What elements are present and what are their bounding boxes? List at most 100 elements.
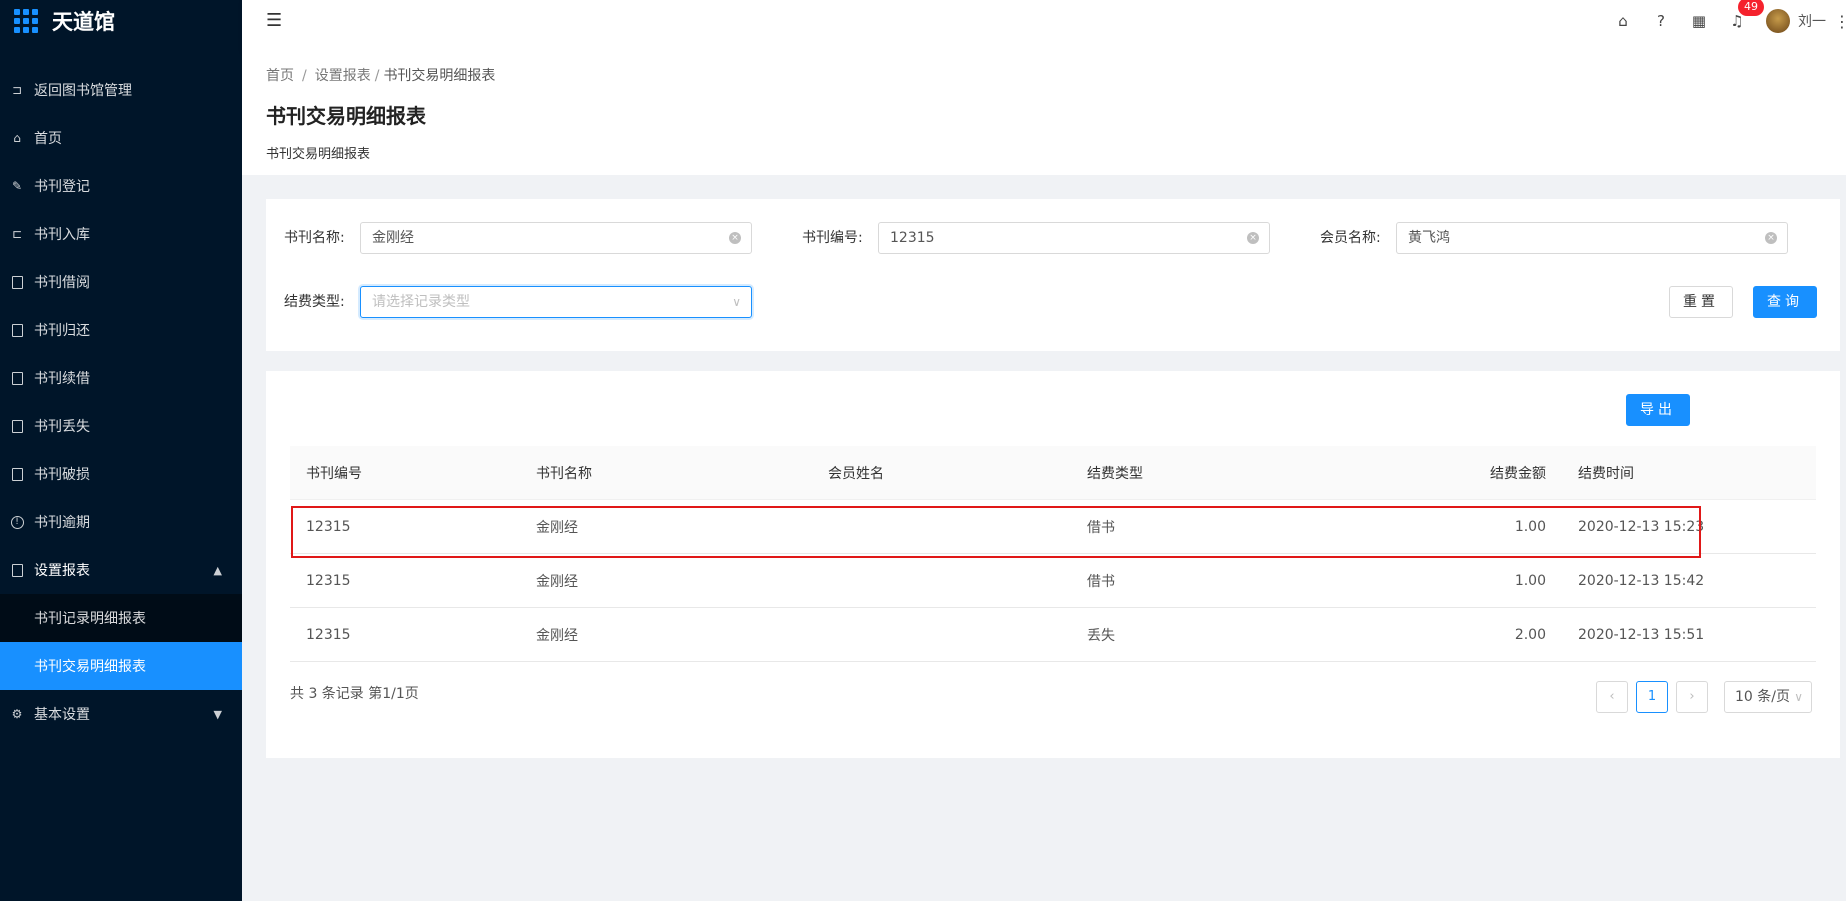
column-header-book-code[interactable]: 书刊编号 [290,463,520,483]
cell-fee-type: 借书 [1087,573,1115,590]
cell-fee-amount: 2.00 [1514,626,1546,643]
sidebar-item-label: 书刊归还 [34,323,90,339]
sidebar-item-label: 书刊借阅 [34,275,90,291]
sidebar-item-label: 设置报表 [34,563,90,579]
book-name-value: 金刚经 [372,230,414,246]
sidebar-subitem-transaction-report[interactable]: 书刊交易明细报表 [0,642,242,690]
transactions-table: 书刊编号 书刊名称 会员姓名 结费类型 结费金额 结费时间 12315 金刚经 … [290,446,1816,662]
search-button[interactable]: 查询 [1753,286,1817,318]
sidebar-subitem-record-report[interactable]: 书刊记录明细报表 [0,594,242,642]
breadcrumb-reports[interactable]: 设置报表 [315,68,371,84]
sidebar-item-stock-in[interactable]: ⊏ 书刊入库 [0,210,242,258]
chevron-down-icon: ▼ [213,707,222,721]
book-name-input[interactable]: 金刚经 × [360,222,752,254]
cell-fee-type: 丢失 [1087,627,1115,644]
book-code-value: 12315 [890,230,935,246]
clear-icon[interactable]: × [1765,232,1777,244]
clear-icon[interactable]: × [729,232,741,244]
page-title: 书刊交易明细报表 [266,104,426,128]
cell-book-code: 12315 [306,518,351,535]
breadcrumb: 首页 / 设置报表 / 书刊交易明细报表 [266,65,1822,85]
filter-panel: 书刊名称: 金刚经 × 书刊编号: 12315 × 会员名称: 黄飞鸿 × 结费… [266,199,1840,351]
book-icon [10,323,24,337]
book-icon [10,275,24,289]
book-icon [10,419,24,433]
home-icon[interactable]: ⌂ [1604,12,1642,30]
page-size-select[interactable]: 10 条/页 ∨ [1724,681,1812,713]
sidebar-item-damaged[interactable]: 书刊破损 [0,450,242,498]
breadcrumb-home[interactable]: 首页 [266,68,294,84]
sidebar-item-overdue[interactable]: ! 书刊逾期 [0,498,242,546]
fee-type-select[interactable]: 请选择记录类型 ∨ [360,286,752,318]
sidebar-item-label: 书刊续借 [34,371,90,387]
import-icon: ⊏ [11,227,23,241]
sidebar-menu: ⊐ 返回图书馆管理 ⌂ 首页 ✎ 书刊登记 ⊏ 书刊入库 书刊借阅 书刊归还 书… [0,66,242,738]
app-grid-icon [14,9,38,33]
user-name[interactable]: 刘一 [1798,11,1826,31]
sidebar-item-lost[interactable]: 书刊丢失 [0,402,242,450]
table-row[interactable]: 12315 金刚经 借书 1.00 2020-12-13 15:23 [290,500,1816,554]
cell-book-code: 12315 [306,626,351,643]
pagination-summary: 共 3 条记录 第1/1页 [290,686,419,702]
sidebar-item-label: 书刊登记 [34,179,90,195]
page-size-value: 10 条/页 [1735,689,1790,705]
sidebar-item-label: 书刊交易明细报表 [34,659,146,675]
more-vertical-icon[interactable]: ⋮ [1834,12,1846,31]
app-title: 天道馆 [52,10,115,34]
cell-book-name: 金刚经 [536,573,578,590]
reset-button[interactable]: 重置 [1669,286,1733,318]
header-actions: ⌂ ? ▦ ♫ 49 刘一 ⋮ [1604,0,1846,42]
clear-icon[interactable]: × [1247,232,1259,244]
cell-book-name: 金刚经 [536,627,578,644]
chevron-down-icon: ∨ [732,295,741,309]
cell-fee-time: 2020-12-13 15:23 [1578,518,1705,535]
sidebar-item-renew[interactable]: 书刊续借 [0,354,242,402]
cell-fee-amount: 1.00 [1514,518,1546,535]
prev-page-button[interactable]: ‹ [1596,681,1628,713]
table-row[interactable]: 12315 金刚经 借书 1.00 2020-12-13 15:42 [290,554,1816,608]
help-icon[interactable]: ? [1642,12,1680,30]
sidebar-item-borrow[interactable]: 书刊借阅 [0,258,242,306]
column-header-fee-amount[interactable]: 结费金额 [1351,463,1546,483]
cell-fee-type: 借书 [1087,519,1115,536]
sidebar-item-return-book[interactable]: 书刊归还 [0,306,242,354]
member-name-input[interactable]: 黄飞鸿 × [1396,222,1788,254]
sidebar-item-return[interactable]: ⊐ 返回图书馆管理 [0,66,242,114]
fee-type-label: 结费类型: [284,294,345,310]
notification-badge: 49 [1738,0,1764,16]
breadcrumb-current: 书刊交易明细报表 [383,68,496,84]
book-code-input[interactable]: 12315 × [878,222,1270,254]
sidebar-item-label: 基本设置 [34,707,90,723]
column-header-book-name[interactable]: 书刊名称 [520,463,812,483]
apps-icon[interactable]: ▦ [1680,12,1718,30]
home-icon: ⌂ [13,131,21,145]
column-header-fee-time[interactable]: 结费时间 [1546,463,1816,483]
table-header: 书刊编号 书刊名称 会员姓名 结费类型 结费金额 结费时间 [290,446,1816,500]
page-description: 书刊交易明细报表 [266,147,371,162]
sidebar-item-label: 书刊破损 [34,467,90,483]
book-name-label: 书刊名称: [284,230,345,246]
next-page-button[interactable]: › [1676,681,1708,713]
page-number-button[interactable]: 1 [1636,681,1668,713]
column-header-fee-type[interactable]: 结费类型 [1071,463,1351,483]
sidebar-item-reports[interactable]: 设置报表 ▲ [0,546,242,594]
report-icon [10,563,24,577]
cell-fee-time: 2020-12-13 15:51 [1578,626,1705,643]
pagination: ‹ 1 › 10 条/页 ∨ [1588,681,1812,713]
cell-fee-time: 2020-12-13 15:42 [1578,572,1705,589]
sidebar-item-basic-settings[interactable]: ⚙ 基本设置 ▼ [0,690,242,738]
avatar[interactable] [1766,9,1790,33]
sidebar-item-home[interactable]: ⌂ 首页 [0,114,242,162]
sidebar-item-register[interactable]: ✎ 书刊登记 [0,162,242,210]
sidebar-item-label: 书刊逾期 [34,515,90,531]
column-header-member-name[interactable]: 会员姓名 [812,463,1071,483]
member-name-label: 会员名称: [1320,230,1381,246]
export-button[interactable]: 导出 [1626,394,1690,426]
gear-icon: ⚙ [11,707,23,721]
info-icon: ! [10,515,24,529]
bell-icon[interactable]: ♫ 49 [1718,0,1764,30]
table-row[interactable]: 12315 金刚经 丢失 2.00 2020-12-13 15:51 [290,608,1816,662]
cell-book-name: 金刚经 [536,519,578,536]
menu-fold-icon[interactable]: ☰ [266,10,282,31]
results-panel: 导出 书刊编号 书刊名称 会员姓名 结费类型 结费金额 结费时间 12315 金… [266,371,1840,758]
